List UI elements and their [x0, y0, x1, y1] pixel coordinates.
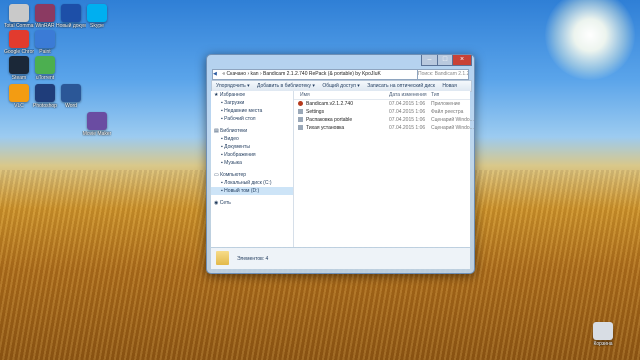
app-icon — [35, 4, 55, 22]
file-name: Bandicam.v2.1.2.740 — [306, 101, 353, 107]
app-icon — [87, 4, 107, 22]
desktop-icon-label: Movie Maker — [82, 131, 112, 137]
column-headers: Имя Дата изменения Тип — [294, 91, 470, 100]
app-icon — [35, 56, 55, 74]
file-type: Файл реестра — [431, 109, 464, 115]
app-icon — [9, 30, 29, 48]
app-icon — [35, 84, 55, 102]
app-icon — [593, 322, 613, 340]
address-path: « Скачано › kan › Bandicam 2.1.2.740 ReP… — [222, 71, 381, 77]
file-date: 07.04.2015 1:06 — [389, 101, 426, 107]
nav-local-disk[interactable]: ▪ Локальный диск (C:) — [211, 179, 293, 187]
file-type: Приложение — [431, 101, 461, 107]
app-icon — [61, 4, 81, 22]
nav-desktop[interactable]: ▪ Рабочий стол — [211, 115, 293, 123]
script-icon — [298, 117, 303, 122]
desktop-icon-label: uTorrent — [35, 75, 55, 81]
nav-computer[interactable]: ▭ Компьютер — [211, 171, 293, 179]
include-library-button[interactable]: Добавить в библиотеку ▾ — [257, 83, 315, 89]
file-type: Сценарий Windo... — [431, 125, 474, 131]
nav-video[interactable]: ▪ Видео — [211, 135, 293, 143]
file-name: Тихая установка — [306, 125, 345, 131]
window-titlebar[interactable]: – □ × — [207, 55, 474, 67]
nav-music[interactable]: ▪ Музыка — [211, 159, 293, 167]
nav-images[interactable]: ▪ Изображения — [211, 151, 293, 159]
desktop-icon-i13[interactable]: Корзина — [588, 322, 618, 347]
file-name: Settings — [306, 109, 325, 115]
desktop-icon-label: Skype — [90, 23, 104, 29]
address-bar[interactable]: ◀ « Скачано › kan › Bandicam 2.1.2.740 R… — [212, 69, 469, 80]
nav-new-volume[interactable]: ▪ Новый том (D:) — [211, 187, 293, 195]
desktop-icon-i8[interactable]: uTorrent — [30, 56, 60, 81]
organize-button[interactable]: Упорядочить ▾ — [216, 83, 250, 89]
sun-glare — [545, 0, 635, 80]
back-icon[interactable]: ◀ — [213, 70, 221, 79]
close-button[interactable]: × — [452, 55, 472, 66]
file-date: 07.04.2015 1:06 — [389, 109, 426, 115]
app-icon — [298, 101, 303, 106]
file-name: Распаковка portable — [306, 117, 353, 123]
nav-recent[interactable]: ▪ Недавние места — [211, 107, 293, 115]
navigation-pane: ★ Избранное ▪ Загрузки ▪ Недавние места … — [211, 91, 294, 247]
minimize-button[interactable]: – — [421, 55, 438, 66]
file-row[interactable]: Settings 07.04.2015 1:06 Файл реестра — [294, 108, 470, 116]
app-icon — [61, 84, 81, 102]
desktop-icon-label: Корзина — [593, 341, 613, 347]
item-count: Элементов: 4 — [237, 256, 269, 262]
script-icon — [298, 125, 303, 130]
share-button[interactable]: Общий доступ ▾ — [322, 83, 360, 89]
nav-libraries[interactable]: ▤ Библиотеки — [211, 127, 293, 135]
app-icon — [9, 4, 29, 22]
nav-downloads[interactable]: ▪ Загрузки — [211, 99, 293, 107]
nav-favorites[interactable]: ★ Избранное — [211, 91, 293, 99]
desktop-icon-i6[interactable]: Paint — [30, 30, 60, 55]
file-row[interactable]: Тихая установка 07.04.2015 1:06 Сценарий W… — [294, 124, 474, 132]
folder-icon — [216, 251, 229, 265]
nav-network[interactable]: ◉ Сеть — [211, 199, 293, 207]
file-type: Сценарий Windo... — [431, 117, 474, 123]
desktop-icon-label: Paint — [39, 49, 51, 55]
nav-documents[interactable]: ▪ Документы — [211, 143, 293, 151]
explorer-window[interactable]: – □ × ◀ « Скачано › kan › Bandicam 2.1.2… — [206, 54, 475, 274]
app-icon — [35, 30, 55, 48]
details-pane: Элементов: 4 — [211, 248, 470, 269]
file-row[interactable]: Распаковка portable 07.04.2015 1:06 Сценар… — [294, 116, 474, 124]
column-date[interactable]: Дата изменения — [389, 91, 427, 99]
file-date: 07.04.2015 1:06 — [389, 125, 426, 131]
burn-button[interactable]: Записать на оптический диск — [367, 83, 435, 89]
file-row[interactable]: Bandicam.v2.1.2.740 07.04.2015 1:06 Прилож… — [294, 100, 470, 108]
maximize-button[interactable]: □ — [437, 55, 453, 66]
app-icon — [9, 84, 29, 102]
desktop-icon-i4[interactable]: Skype — [82, 4, 112, 29]
column-name[interactable]: Имя — [300, 91, 310, 99]
desktop-icon-label: Word — [65, 103, 77, 109]
search-input[interactable]: Поиск: Bandicam 2.1.2.740... — [417, 70, 468, 79]
desktop-icon-i11[interactable]: Word — [56, 84, 86, 109]
column-type[interactable]: Тип — [431, 91, 439, 99]
file-date: 07.04.2015 1:06 — [389, 117, 426, 123]
desktop-icon-i12[interactable]: Movie Maker — [82, 112, 112, 137]
app-icon — [87, 112, 107, 130]
script-icon — [298, 109, 303, 114]
app-icon — [9, 56, 29, 74]
file-list: Имя Дата изменения Тип Bandicam.v2.1.2.7… — [294, 91, 474, 247]
